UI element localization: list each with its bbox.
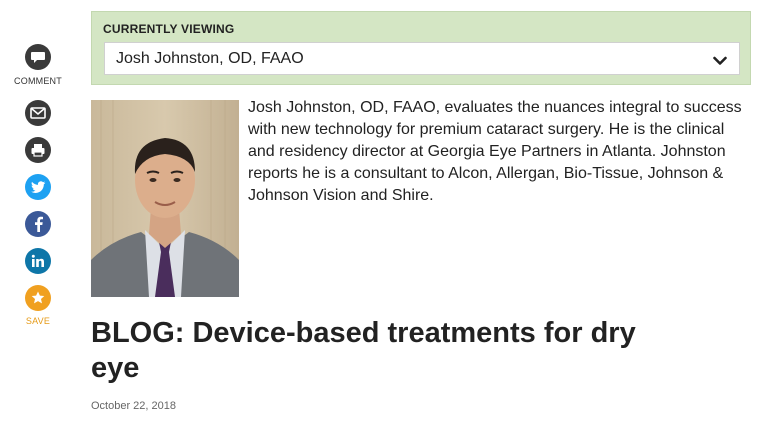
facebook-button[interactable] bbox=[25, 211, 51, 237]
comment-label: COMMENT bbox=[14, 76, 62, 86]
linkedin-icon bbox=[25, 248, 51, 274]
author-photo bbox=[91, 100, 239, 297]
print-button[interactable] bbox=[25, 137, 51, 163]
article-date: October 22, 2018 bbox=[91, 400, 177, 412]
comment-icon bbox=[25, 44, 51, 70]
comment-button[interactable]: COMMENT bbox=[14, 44, 62, 86]
email-icon bbox=[25, 100, 51, 126]
share-rail: COMMENT SAVE bbox=[0, 44, 76, 326]
print-icon bbox=[25, 137, 51, 163]
article-title: BLOG: Device-based treatments for dry ey… bbox=[91, 317, 636, 384]
star-icon bbox=[25, 285, 51, 311]
linkedin-button[interactable] bbox=[25, 248, 51, 274]
save-button[interactable]: SAVE bbox=[25, 285, 51, 326]
email-button[interactable] bbox=[25, 100, 51, 126]
author-select-value: Josh Johnston, OD, FAAO bbox=[116, 49, 304, 67]
author-bio: Josh Johnston, OD, FAAO, evaluates the n… bbox=[248, 99, 742, 204]
twitter-icon bbox=[25, 174, 51, 200]
chevron-down-icon bbox=[713, 53, 727, 71]
currently-viewing-panel: CURRENTLY VIEWING Josh Johnston, OD, FAA… bbox=[91, 11, 751, 85]
facebook-icon bbox=[25, 211, 51, 237]
twitter-button[interactable] bbox=[25, 174, 51, 200]
save-label: SAVE bbox=[25, 316, 51, 326]
currently-viewing-label: CURRENTLY VIEWING bbox=[103, 22, 235, 36]
author-select[interactable]: Josh Johnston, OD, FAAO bbox=[104, 42, 740, 75]
